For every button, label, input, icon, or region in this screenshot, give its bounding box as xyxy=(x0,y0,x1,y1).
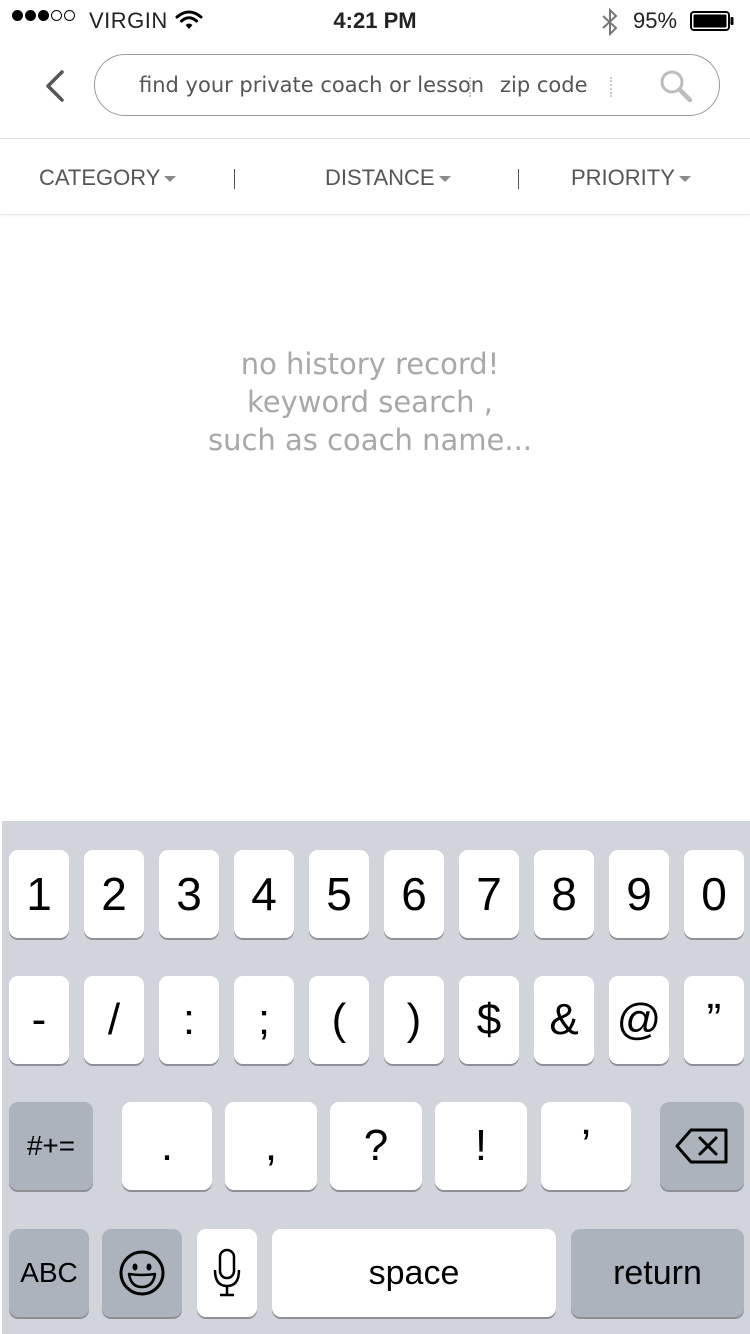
abc-key[interactable]: ABC xyxy=(9,1229,89,1317)
emoji-icon xyxy=(119,1250,165,1296)
key-question[interactable]: ? xyxy=(330,1102,422,1190)
key-open-paren[interactable]: ( xyxy=(309,976,369,1064)
key-8[interactable]: 8 xyxy=(534,850,594,938)
key-0[interactable]: 0 xyxy=(684,850,744,938)
key-close-paren[interactable]: ) xyxy=(384,976,444,1064)
key-1[interactable]: 1 xyxy=(9,850,69,938)
filter-divider xyxy=(234,169,235,189)
key-5[interactable]: 5 xyxy=(309,850,369,938)
backspace-icon xyxy=(675,1128,728,1164)
key-7[interactable]: 7 xyxy=(459,850,519,938)
return-key[interactable]: return xyxy=(571,1229,744,1317)
key-exclamation[interactable]: ! xyxy=(435,1102,527,1190)
key-quote[interactable]: ” xyxy=(684,976,744,1064)
caret-down-icon xyxy=(678,176,691,182)
symbols-toggle-key[interactable]: #+= xyxy=(9,1102,93,1190)
empty-state-line: such as coach name... xyxy=(207,423,533,457)
key-9[interactable]: 9 xyxy=(609,850,669,938)
key-colon[interactable]: : xyxy=(159,976,219,1064)
category-filter[interactable]: CATEGORY xyxy=(39,165,177,191)
caret-down-icon xyxy=(164,176,177,182)
search-divider xyxy=(469,77,471,97)
priority-filter[interactable]: PRIORITY xyxy=(571,165,691,191)
key-semicolon[interactable]: ; xyxy=(234,976,294,1064)
key-2[interactable]: 2 xyxy=(84,850,144,938)
key-dollar[interactable]: $ xyxy=(459,976,519,1064)
filter-bar: CATEGORY DISTANCE PRIORITY xyxy=(0,139,750,215)
keyboard: 1 2 3 4 5 6 7 8 9 0 - / : ; ( ) $ & @ ” … xyxy=(2,821,750,1334)
key-3[interactable]: 3 xyxy=(159,850,219,938)
battery-percentage: 95% xyxy=(633,8,678,33)
delete-key[interactable] xyxy=(660,1102,744,1190)
battery-icon xyxy=(690,11,734,31)
key-period[interactable]: . xyxy=(122,1102,212,1190)
status-bar: VIRGIN 4:21 PM 95% xyxy=(0,0,750,42)
empty-state-message: no history record! keyword search , such… xyxy=(0,345,740,459)
bluetooth-icon xyxy=(602,8,618,36)
search-bar[interactable]: find your private coach or lesson zip co… xyxy=(94,54,720,116)
key-slash[interactable]: / xyxy=(84,976,144,1064)
empty-state-line: keyword search , xyxy=(246,385,494,419)
key-6[interactable]: 6 xyxy=(384,850,444,938)
dictation-key[interactable] xyxy=(197,1229,257,1317)
search-divider xyxy=(610,77,612,97)
search-input[interactable]: find your private coach or lesson xyxy=(139,73,484,97)
distance-filter-label: DISTANCE xyxy=(325,165,435,190)
key-apostrophe[interactable]: ’ xyxy=(541,1102,631,1190)
key-comma[interactable]: , xyxy=(225,1102,317,1190)
back-chevron-icon[interactable] xyxy=(38,66,74,106)
space-key[interactable]: space xyxy=(272,1229,556,1317)
priority-filter-label: PRIORITY xyxy=(571,165,675,190)
empty-state-line: no history record! xyxy=(240,347,500,381)
filter-divider xyxy=(518,169,519,189)
microphone-icon xyxy=(213,1248,241,1297)
search-icon[interactable] xyxy=(659,69,693,103)
category-filter-label: CATEGORY xyxy=(39,165,161,190)
key-ampersand[interactable]: & xyxy=(534,976,594,1064)
key-4[interactable]: 4 xyxy=(234,850,294,938)
distance-filter[interactable]: DISTANCE xyxy=(325,165,451,191)
key-at[interactable]: @ xyxy=(609,976,669,1064)
caret-down-icon xyxy=(438,176,451,182)
key-hyphen[interactable]: - xyxy=(9,976,69,1064)
emoji-key[interactable] xyxy=(102,1229,182,1317)
zip-code-input[interactable]: zip code xyxy=(500,73,588,97)
